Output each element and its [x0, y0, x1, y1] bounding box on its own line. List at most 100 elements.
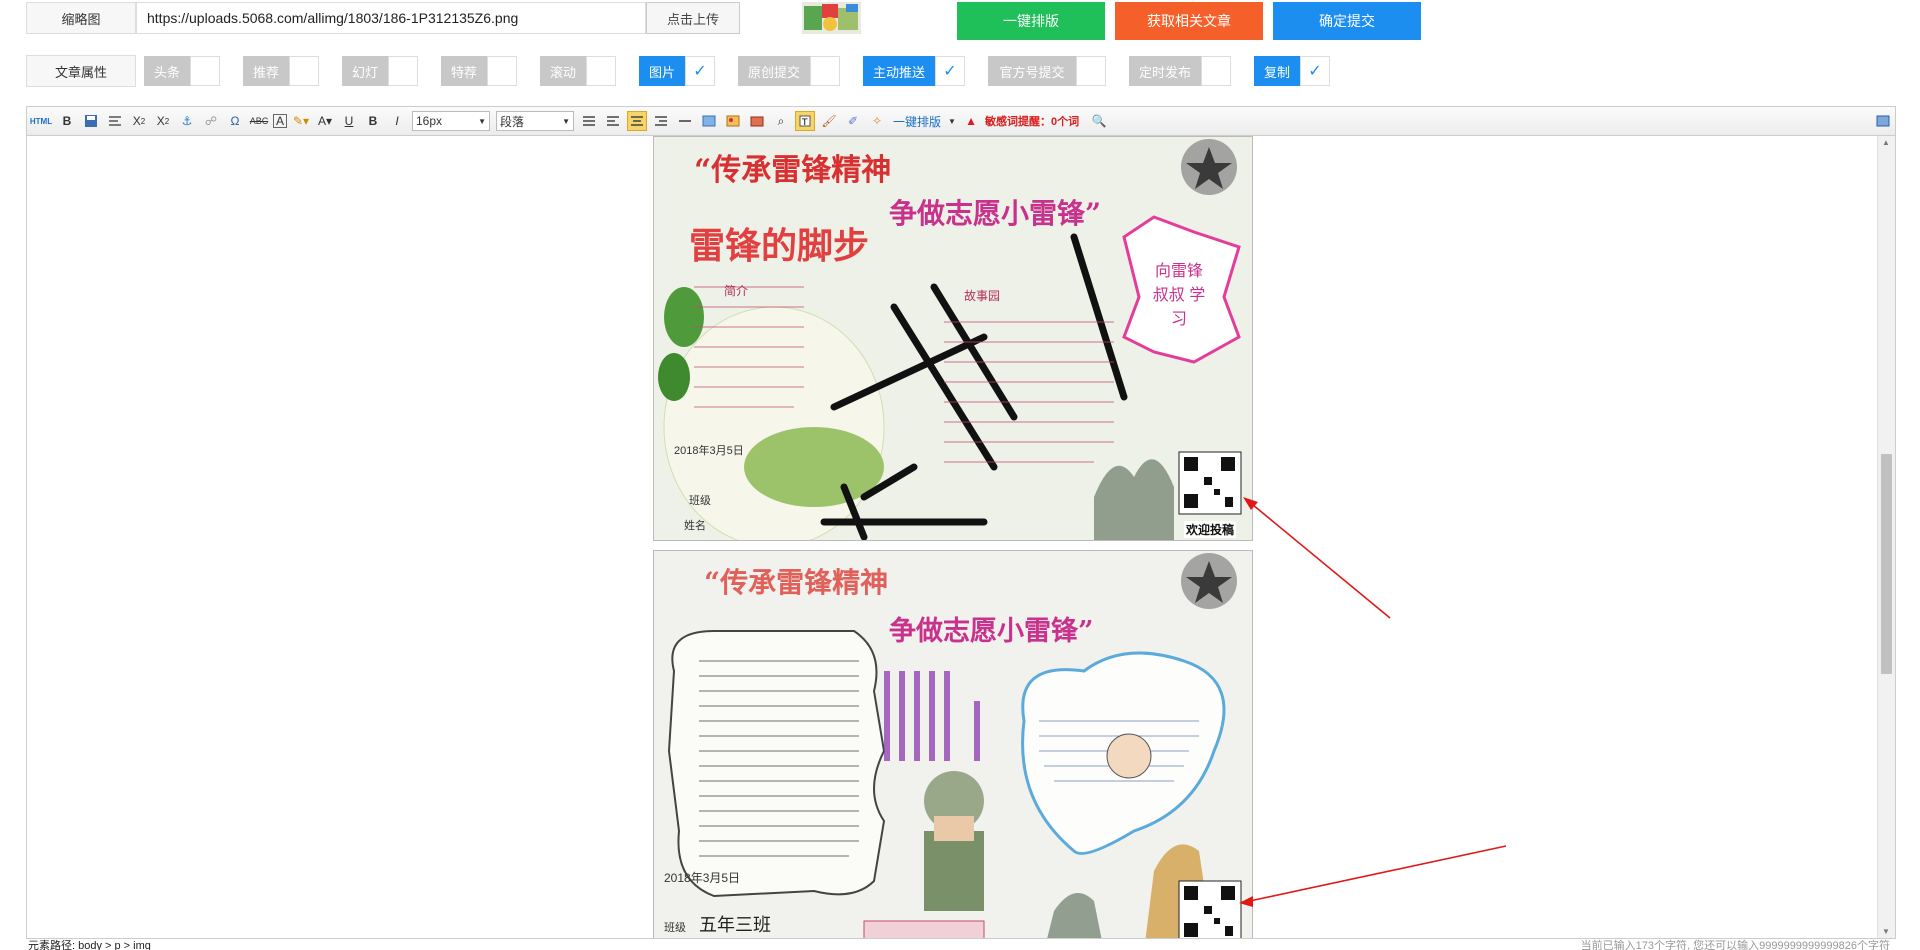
- sensitive-words-indicator[interactable]: 敏感词提醒：0个词: [985, 111, 1085, 131]
- property-checkbox-2[interactable]: [388, 56, 418, 86]
- poster-2-title-line1: “传承雷锋精神: [704, 566, 889, 599]
- html-source-icon[interactable]: HTML: [29, 111, 53, 131]
- property-9[interactable]: 定时发布: [1129, 56, 1231, 86]
- thumbnail-preview-image: [802, 2, 861, 34]
- editor-toolbar: HTML B X2 X2 ⚓ ☍ Ω ABC A ✎▾ A▾ U B I 16p…: [26, 106, 1896, 136]
- property-3[interactable]: 特荐: [441, 56, 517, 86]
- fetch-articles-button[interactable]: 获取相关文章: [1115, 2, 1263, 40]
- poster-2-class-value: 五年三班: [699, 915, 771, 936]
- auto-format-button-label: 一键排版: [1003, 13, 1059, 29]
- property-1[interactable]: 推荐: [243, 56, 319, 86]
- warning-icon: ▲: [965, 114, 977, 128]
- property-6[interactable]: 原创提交: [738, 56, 840, 86]
- justify-icon[interactable]: [579, 111, 599, 131]
- property-checkbox-5[interactable]: ✓: [685, 56, 715, 86]
- poster-1-date: 2018年3月5日: [674, 445, 744, 457]
- confirm-submit-button[interactable]: 确定提交: [1273, 2, 1421, 40]
- subscript-icon[interactable]: X2: [129, 111, 149, 131]
- property-label-9: 定时发布: [1129, 56, 1201, 86]
- align-center-icon[interactable]: [627, 111, 647, 131]
- font-size-select[interactable]: 16px ▼: [412, 111, 490, 131]
- upload-button-label: 点击上传: [666, 11, 719, 27]
- property-label-4: 滚动: [540, 56, 586, 86]
- property-4[interactable]: 滚动: [540, 56, 616, 86]
- scroll-up-icon[interactable]: ▲: [1882, 138, 1890, 147]
- property-5[interactable]: 图片 ✓: [639, 56, 715, 86]
- thumbnail-preview-graphic: [802, 2, 861, 34]
- font-size-value: 16px: [416, 114, 443, 128]
- property-checkbox-8[interactable]: [1076, 56, 1106, 86]
- highlight-icon[interactable]: ✎▾: [291, 111, 311, 131]
- property-checkbox-10[interactable]: ✓: [1300, 56, 1330, 86]
- property-10[interactable]: 复制 ✓: [1254, 56, 1330, 86]
- property-label-8: 官方号提交: [988, 56, 1076, 86]
- sensitive-words-text: 敏感词提醒：0个词: [985, 116, 1080, 128]
- property-checkbox-4[interactable]: [586, 56, 616, 86]
- property-2[interactable]: 幻灯: [342, 56, 418, 86]
- auto-format-button[interactable]: 一键排版: [957, 2, 1105, 40]
- arrow-line-1: [1246, 499, 1391, 619]
- paragraph-select[interactable]: 段落 ▼: [496, 111, 574, 131]
- poster-image-2[interactable]: “传承雷锋精神 争做志愿小雷锋” 2018年3月5日 班级 五年三班: [653, 550, 1253, 938]
- svg-text:T: T: [801, 118, 808, 127]
- property-checkbox-0[interactable]: [190, 56, 220, 86]
- upload-button[interactable]: 点击上传: [646, 2, 740, 34]
- save-icon[interactable]: [81, 111, 101, 131]
- italic-icon[interactable]: I: [387, 111, 407, 131]
- chevron-down-icon: ▼: [478, 116, 486, 126]
- special-char-icon[interactable]: Ω: [225, 111, 245, 131]
- property-checkbox-7[interactable]: ✓: [935, 56, 965, 86]
- underline-icon[interactable]: U: [339, 111, 359, 131]
- eraser-icon[interactable]: ✐: [843, 111, 863, 131]
- bold-icon-2[interactable]: B: [363, 111, 383, 131]
- preview-icon[interactable]: 🔍: [1089, 111, 1109, 131]
- thumbnail-label: 缩略图: [26, 2, 136, 34]
- poster-2-title-line2: 争做志愿小雷锋”: [889, 616, 1094, 647]
- superscript-icon[interactable]: X2: [153, 111, 173, 131]
- scrollbar-thumb[interactable]: [1881, 454, 1892, 674]
- anchor-icon[interactable]: ⚓: [177, 111, 197, 131]
- format-painter-icon[interactable]: 🖌: [819, 111, 839, 131]
- horizontal-rule-icon[interactable]: [675, 111, 695, 131]
- align-right-icon[interactable]: [651, 111, 671, 131]
- font-border-icon[interactable]: A: [273, 114, 287, 128]
- gallery-icon[interactable]: [747, 111, 767, 131]
- insert-image-icon[interactable]: [699, 111, 719, 131]
- property-0[interactable]: 头条: [144, 56, 220, 86]
- magic-icon[interactable]: ✧: [867, 111, 887, 131]
- chevron-down-icon-2: ▼: [562, 116, 570, 126]
- property-checkbox-3[interactable]: [487, 56, 517, 86]
- dropdown-chevron-icon[interactable]: ▼: [947, 111, 957, 131]
- poster-2-date: 2018年3月5日: [664, 871, 741, 885]
- font-color-icon[interactable]: A▾: [315, 111, 335, 131]
- check-icon: ✓: [943, 63, 957, 80]
- format-icon[interactable]: [105, 111, 125, 131]
- article-properties-label-text: 文章属性: [54, 64, 107, 80]
- insert-picture-icon[interactable]: [723, 111, 743, 131]
- auto-format-toolbar-button[interactable]: 一键排版: [891, 111, 943, 131]
- editor-content[interactable]: “传承雷锋精神 争做志愿小雷锋” 雷锋的脚步 故事园 向雷锋 叔叔 学习 简介 …: [26, 136, 1896, 939]
- bold-icon[interactable]: B: [57, 111, 77, 131]
- paste-text-icon[interactable]: T: [795, 111, 815, 131]
- poster-1-name-label: 姓名: [684, 520, 706, 532]
- thumbnail-url-input[interactable]: https://uploads.5068.com/allimg/1803/186…: [136, 2, 646, 34]
- property-8[interactable]: 官方号提交: [988, 56, 1106, 86]
- fullscreen-icon[interactable]: [1873, 111, 1893, 131]
- poster-2-class-label: 班级: [664, 922, 686, 934]
- scroll-down-icon[interactable]: ▼: [1882, 927, 1890, 936]
- find-icon[interactable]: ⌕: [771, 111, 791, 131]
- property-checkbox-1[interactable]: [289, 56, 319, 86]
- align-left-icon[interactable]: [603, 111, 623, 131]
- poster-image-1[interactable]: “传承雷锋精神 争做志愿小雷锋” 雷锋的脚步 故事园 向雷锋 叔叔 学习 简介 …: [653, 136, 1253, 541]
- property-checkbox-9[interactable]: [1201, 56, 1231, 86]
- toolbar-auto-format-label: 一键排版: [893, 114, 942, 129]
- link-icon[interactable]: ☍: [201, 111, 221, 131]
- property-7[interactable]: 主动推送 ✓: [863, 56, 965, 86]
- poster-1-side-title: 向雷锋 叔叔 学习: [1152, 263, 1206, 328]
- editor-scrollbar[interactable]: ▲ ▼: [1877, 136, 1895, 938]
- property-checkbox-6[interactable]: [810, 56, 840, 86]
- property-label-2: 幻灯: [342, 56, 388, 86]
- property-label-7: 主动推送: [863, 56, 935, 86]
- strikethrough-icon[interactable]: ABC: [249, 111, 269, 131]
- arrow-line-2: [1244, 845, 1507, 903]
